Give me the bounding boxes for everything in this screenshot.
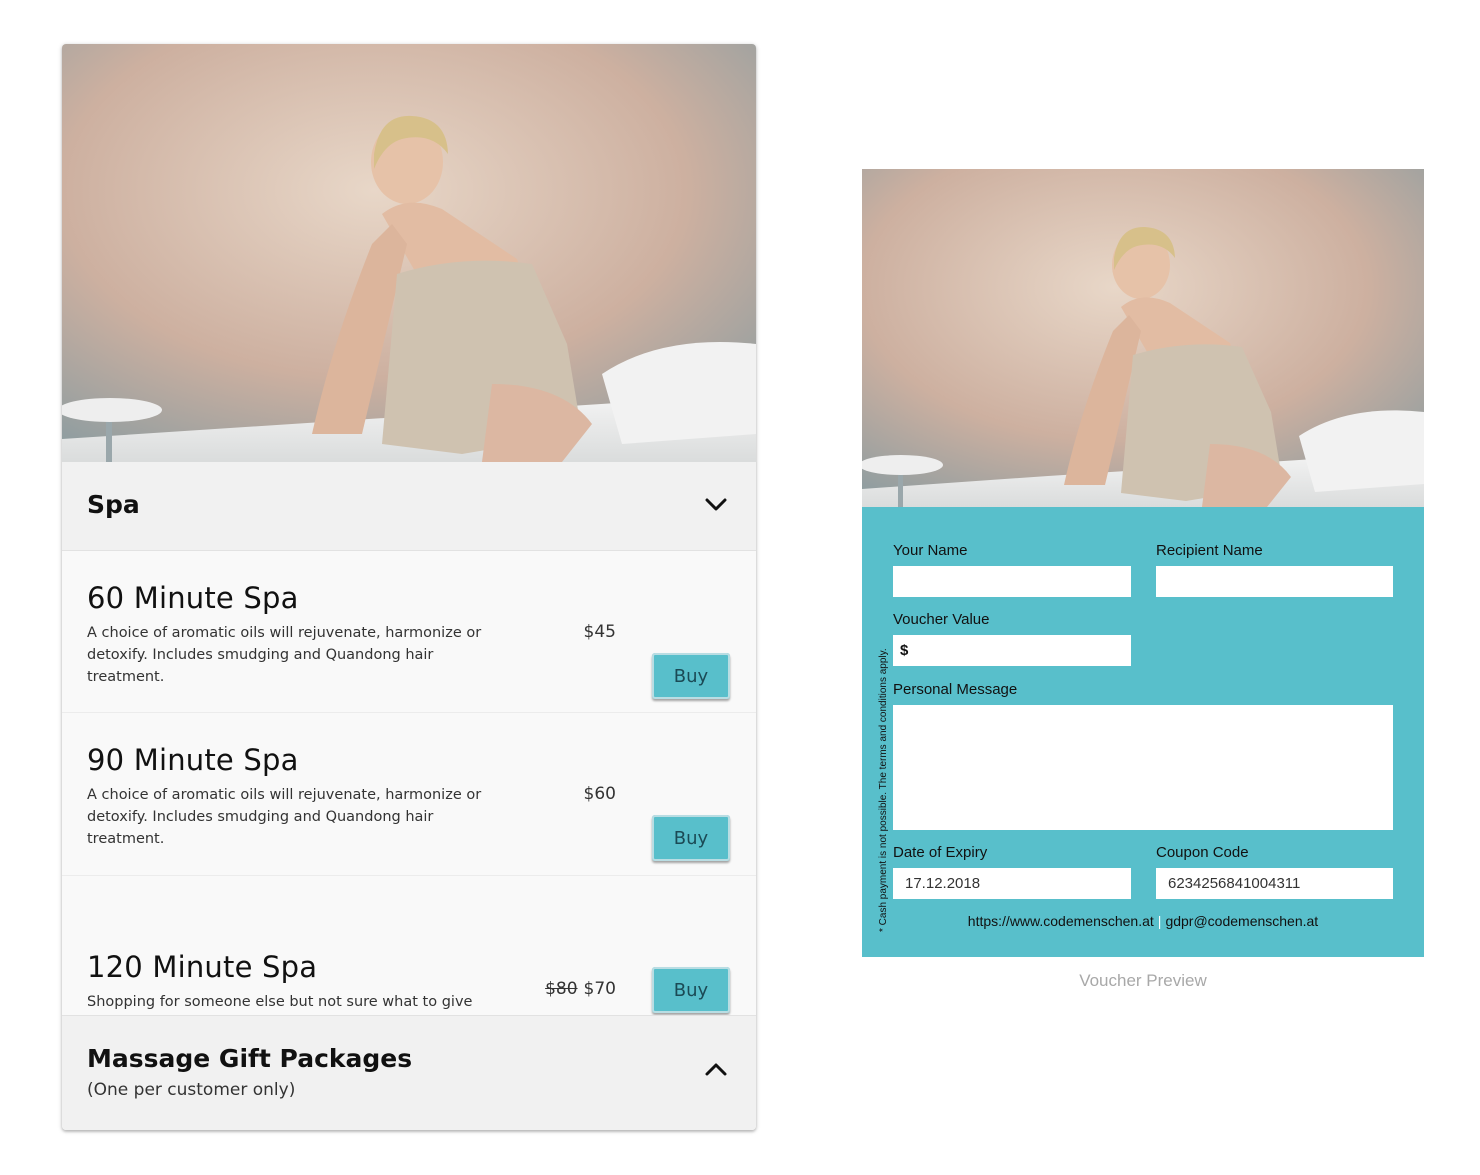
recipient-name-label: Recipient Name (1156, 542, 1263, 559)
recipient-name-field[interactable] (1156, 566, 1393, 597)
section-subtitle: (One per customer only) (87, 1080, 296, 1100)
item-title: 120 Minute Spa (87, 950, 318, 984)
section-header-massage[interactable]: Massage Gift Packages (One per customer … (62, 1015, 756, 1130)
list-item: 60 Minute Spa A choice of aromatic oils … (62, 551, 756, 713)
list-item: 120 Minute Spa Shopping for someone else… (62, 876, 756, 1054)
date-of-expiry-field: 17.12.2018 (893, 868, 1131, 899)
your-name-field[interactable] (893, 566, 1131, 597)
website-link[interactable]: https://www.codemenschen.at (968, 913, 1154, 929)
voucher-photo (862, 169, 1424, 507)
email-link[interactable]: gdpr@codemenschen.at (1165, 913, 1318, 929)
item-description: A choice of aromatic oils will rejuvenat… (87, 787, 482, 847)
coupon-code-field: 6234256841004311 (1156, 868, 1393, 899)
chevron-down-icon[interactable] (704, 492, 728, 516)
terms-note: * Cash payment is not possible. The term… (878, 648, 889, 932)
item-price-value: $60 (583, 784, 616, 804)
voucher-value-label: Voucher Value (893, 611, 990, 628)
personal-message-field[interactable] (893, 705, 1393, 830)
product-card: Spa 60 Minute Spa A choice of aromatic o… (62, 44, 756, 1130)
date-of-expiry-label: Date of Expiry (893, 844, 988, 861)
coupon-code-label: Coupon Code (1156, 844, 1249, 861)
voucher-preview: Your Name Recipient Name Voucher Value $… (862, 169, 1424, 957)
personal-message-label: Personal Message (893, 681, 1018, 698)
item-title: 90 Minute Spa (87, 743, 299, 777)
voucher-contact-links: https://www.codemenschen.at | gdpr@codemen… (862, 913, 1424, 929)
voucher-preview-caption: Voucher Preview (1079, 971, 1207, 990)
item-price: $80 $70 (545, 979, 616, 999)
item-price: $45 (584, 622, 616, 642)
buy-button[interactable]: Buy (652, 967, 730, 1013)
link-separator: | (1157, 913, 1162, 929)
your-name-label: Your Name (893, 542, 968, 559)
item-price-value: $70 (583, 979, 616, 999)
section-title: Massage Gift Packages (87, 1044, 413, 1073)
spa-photo (62, 44, 756, 462)
buy-button[interactable]: Buy (652, 653, 730, 699)
buy-button[interactable]: Buy (652, 815, 730, 861)
section-title: Spa (87, 490, 140, 519)
chevron-up-icon[interactable] (704, 1058, 728, 1082)
item-price-value: $45 (583, 622, 616, 642)
item-old-price: $80 (545, 979, 578, 999)
list-item: 90 Minute Spa A choice of aromatic oils … (62, 713, 756, 876)
voucher-value-field[interactable]: $ (893, 635, 1131, 666)
item-price: $60 (584, 784, 616, 804)
section-header-spa[interactable]: Spa (62, 462, 756, 551)
item-description: A choice of aromatic oils will rejuvenat… (87, 625, 482, 685)
item-title: 60 Minute Spa (87, 581, 299, 615)
